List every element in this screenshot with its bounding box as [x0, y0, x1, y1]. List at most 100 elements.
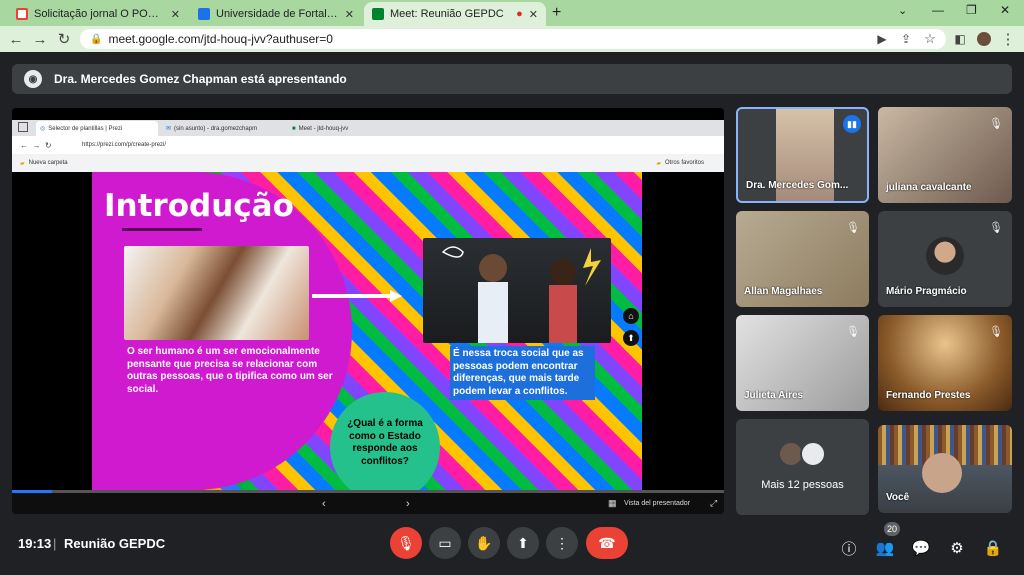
presenter-view-icon[interactable]: ▦	[608, 498, 617, 509]
close-tab-icon[interactable]: ✕	[171, 8, 180, 21]
prezi-slide: Introdução O ser humano é um ser emocion…	[12, 172, 724, 490]
participant-name: Mário Pragmácio	[886, 286, 967, 297]
close-window-button[interactable]: ✕	[1000, 3, 1010, 17]
meeting-info-icon[interactable]: ⓘ	[838, 537, 860, 559]
sidepanel-icon[interactable]: ◧	[950, 29, 970, 49]
participant-tile-mercedes[interactable]: ▮▮ Dra. Mercedes Gom...	[736, 107, 869, 203]
arrow-right-icon	[312, 290, 402, 302]
fullscreen-icon[interactable]: ⤢	[710, 498, 717, 509]
hand-icon: ✋	[475, 534, 493, 551]
present-button[interactable]: ⬆	[507, 527, 539, 559]
other-favorites-label: Otros favoritos	[664, 159, 704, 166]
new-tab-button[interactable]: +	[552, 4, 561, 22]
self-view-tile[interactable]: Você	[878, 425, 1012, 513]
slide-title: Introdução	[104, 188, 294, 224]
inner-tab-prezi: ◎ Selector de plantillas | Prezi	[36, 121, 158, 136]
share-icon[interactable]: ⇪	[896, 29, 916, 49]
camera-icon[interactable]: ▶	[872, 29, 892, 49]
participant-count-badge: 20	[884, 522, 900, 536]
minimize-button[interactable]: —	[932, 3, 944, 17]
meeting-time: 19:13	[18, 536, 52, 551]
inner-url-text: https://prezi.com/p/create-prezi/	[82, 142, 167, 148]
participant-tile-juliana[interactable]: 🎙 juliana cavalcante	[878, 107, 1012, 203]
next-slide-button[interactable]: ›	[406, 498, 410, 510]
speaking-indicator-icon: ▮▮	[843, 115, 861, 133]
participant-name: juliana cavalcante	[886, 182, 972, 193]
presenter-view-label[interactable]: Vista del presentador	[624, 500, 690, 507]
close-tab-icon[interactable]: ✕	[529, 8, 538, 21]
activities-icon[interactable]: ⚙	[946, 537, 968, 559]
gmail-icon	[16, 8, 28, 20]
participant-tile-julieta[interactable]: 🎙 Julieta Aires	[736, 315, 869, 411]
mic-off-icon: 🎙	[989, 325, 1003, 338]
more-participants-tile[interactable]: Mais 12 pessoas	[736, 419, 869, 515]
lock-icon: 🔒	[90, 33, 103, 45]
avatar	[800, 441, 826, 467]
home-icon[interactable]: ⌂	[623, 308, 639, 324]
people-icon: 👥	[875, 540, 895, 557]
meeting-name: Reunião GEPDC	[64, 536, 166, 551]
more-options-button[interactable]: ⋮	[546, 527, 578, 559]
participant-name: Dra. Mercedes Gom...	[746, 180, 849, 191]
participant-name: Você	[886, 492, 910, 503]
profile-avatar[interactable]	[974, 29, 994, 49]
people-button[interactable]: 👥	[874, 537, 896, 559]
bookmark-star-icon[interactable]: ☆	[920, 29, 940, 49]
presentation-nav-bar: ‹ › ▦ Vista del presentador ⤢	[12, 493, 724, 514]
kebab-icon: ⋮	[555, 534, 569, 551]
raise-hand-button[interactable]: ✋	[468, 527, 500, 559]
browser-tab-calendar[interactable]: Universidade de Fortaleza: agen ✕	[190, 2, 362, 26]
inner-tab-title: Meet - jtd-houq-jvv	[298, 125, 349, 132]
browser-tab-gmail[interactable]: Solicitação jornal O POVO - hum ✕	[8, 2, 188, 26]
forward-icon[interactable]: →	[30, 29, 50, 49]
participant-name: Fernando Prestes	[886, 390, 971, 401]
other-favorites: ▰ Otros favoritos	[656, 160, 704, 167]
phone-hangup-icon: ☎	[598, 534, 616, 551]
bookmark-label: Nueva carpeta	[28, 160, 68, 166]
slide-question: ¿Qual é a forma como o Estado responde a…	[347, 418, 423, 467]
participant-tile-mario[interactable]: 🎙 Mário Pragmácio	[878, 211, 1012, 307]
address-bar[interactable]: 🔒 meet.google.com/jtd-houq-jvv?authuser=…	[80, 29, 946, 49]
prezi-icon: ◎	[40, 126, 46, 132]
reload-icon[interactable]: ↻	[54, 29, 74, 49]
inner-bookmarks-bar: ▰ Nueva carpeta ▰ Otros favoritos	[12, 154, 724, 172]
inner-tab-title: Selector de plantillas | Prezi	[48, 125, 123, 132]
back-icon[interactable]: ←	[6, 29, 26, 49]
screen-share[interactable]: ◎ Selector de plantillas | Prezi ✉ (sin …	[12, 108, 724, 514]
close-tab-icon[interactable]: ✕	[345, 8, 354, 21]
group-photo	[124, 246, 309, 340]
camera-icon: ▭	[438, 534, 452, 551]
browser-tab-meet[interactable]: Meet: Reunião GEPDC ● ✕	[364, 2, 546, 26]
presenting-text: Dra. Mercedes Gomez Chapman está apresen…	[54, 72, 347, 86]
prev-slide-button[interactable]: ‹	[322, 498, 326, 510]
inner-nav-icons: ← → ↻	[20, 141, 52, 150]
tab-title: Solicitação jornal O POVO - hum	[34, 8, 165, 20]
mic-toggle-button[interactable]: 🎙	[390, 527, 422, 559]
inner-tab-actions-icon	[18, 122, 28, 132]
tab-title: Meet: Reunião GEPDC	[390, 8, 504, 20]
host-controls-icon[interactable]: 🔒	[982, 537, 1004, 559]
participant-name: Julieta Aires	[744, 390, 804, 401]
menu-kebab-icon[interactable]: ⋮	[998, 29, 1018, 49]
divider: |	[53, 536, 57, 551]
mic-off-icon: 🎙	[989, 221, 1003, 234]
calendar-icon	[198, 8, 210, 20]
avatar	[926, 236, 964, 275]
meet-icon: ■	[292, 125, 296, 132]
camera-toggle-button[interactable]: ▭	[429, 527, 461, 559]
zoom-icon[interactable]: ⬆	[623, 330, 639, 346]
more-participants-label: Mais 12 pessoas	[761, 479, 844, 491]
participant-tile-fernando[interactable]: 🎙 Fernando Prestes	[878, 315, 1012, 411]
presenter-icon: ◉	[24, 70, 42, 88]
tab-search-icon[interactable]: ⌄	[898, 4, 907, 17]
participant-name: Allan Magalhaes	[744, 286, 823, 297]
tab-title: Universidade de Fortaleza: agen	[216, 8, 339, 20]
end-call-button[interactable]: ☎	[586, 527, 628, 559]
mic-off-icon: 🎙	[846, 221, 860, 234]
chat-icon[interactable]: 💬	[910, 537, 932, 559]
inner-address-bar: https://prezi.com/p/create-prezi/	[12, 136, 724, 154]
maximize-button[interactable]: ❐	[966, 3, 977, 17]
inner-tab-title: (sin asunto) - dra.gomezchapm	[174, 125, 258, 132]
mic-off-icon: 🎙	[397, 534, 415, 551]
participant-tile-allan[interactable]: 🎙 Allan Magalhaes	[736, 211, 869, 307]
